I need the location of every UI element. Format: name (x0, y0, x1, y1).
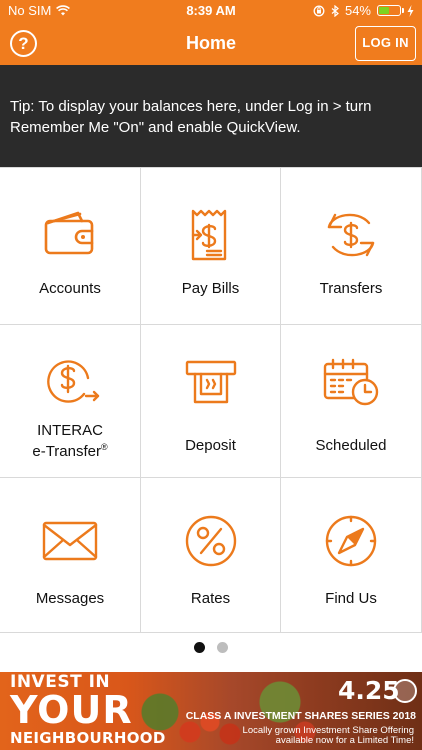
menu-interac-etransfer[interactable]: INTERAC e-Transfer® (0, 325, 141, 478)
transfer-icon (327, 213, 375, 257)
banner-line3: NEIGHBOURHOOD (10, 729, 166, 747)
page-indicator[interactable] (0, 640, 422, 654)
menu-label-messages: Messages (35, 590, 105, 607)
menu-label-find-us: Find Us (325, 590, 377, 607)
wallet-icon (44, 211, 94, 255)
bluetooth-icon (331, 4, 339, 17)
menu-label-accounts: Accounts (39, 280, 101, 297)
compass-icon (325, 515, 377, 567)
banner-line2: YOUR (10, 688, 133, 732)
menu-scheduled[interactable]: Scheduled (281, 325, 422, 478)
etransfer-icon (47, 360, 100, 403)
promo-banner[interactable]: INVEST IN YOUR NEIGHBOURHOOD 4.25 CLASS … (0, 672, 422, 750)
envelope-icon (42, 521, 98, 561)
menu-label-deposit: Deposit (185, 437, 236, 454)
etransfer-line2: e-Transfer (32, 443, 101, 460)
menu-label-etransfer: INTERAC e-Transfer® (0, 422, 140, 460)
menu-messages[interactable]: Messages (0, 478, 141, 633)
tip-text: Tip: To display your balances here, unde… (10, 98, 372, 136)
bill-icon (191, 209, 226, 261)
percent-badge-icon (393, 679, 417, 703)
deposit-icon (185, 360, 236, 404)
registered-mark: ® (101, 442, 108, 452)
menu-grid: Accounts Pay Bills Transfers INTERAC e-T… (0, 167, 422, 633)
page-dot-active[interactable] (193, 642, 205, 653)
orientation-lock-icon (313, 5, 325, 16)
status-bar: No SIM 8:39 AM 54% (0, 0, 422, 22)
nav-bar: ? Home LOG IN (0, 22, 422, 65)
menu-rates[interactable]: Rates (141, 478, 281, 633)
menu-accounts[interactable]: Accounts (0, 168, 141, 325)
menu-label-scheduled: Scheduled (315, 437, 387, 454)
menu-pay-bills[interactable]: Pay Bills (141, 168, 281, 325)
charging-icon (407, 4, 414, 17)
banner-sub2: available now for a Limited Time! (275, 735, 414, 746)
page-dot-inactive[interactable] (217, 642, 229, 653)
tip-banner: Tip: To display your balances here, unde… (0, 65, 422, 167)
banner-series: CLASS A INVESTMENT SHARES SERIES 2018 (185, 710, 416, 722)
calendar-clock-icon (323, 358, 379, 406)
etransfer-line1: INTERAC (37, 422, 103, 439)
menu-label-pay-bills: Pay Bills (181, 280, 240, 297)
battery-percent: 54% (344, 3, 371, 18)
percent-icon (185, 515, 236, 567)
menu-transfers[interactable]: Transfers (281, 168, 422, 325)
login-button[interactable]: LOG IN (355, 26, 416, 61)
menu-deposit[interactable]: Deposit (141, 325, 281, 478)
menu-label-transfers: Transfers (319, 280, 383, 297)
banner-rate: 4.25 (338, 676, 400, 705)
menu-label-rates: Rates (190, 590, 231, 607)
etransfer-line2-wrap: e-Transfer® (0, 439, 140, 460)
battery-icon (377, 5, 404, 16)
menu-find-us[interactable]: Find Us (281, 478, 422, 633)
